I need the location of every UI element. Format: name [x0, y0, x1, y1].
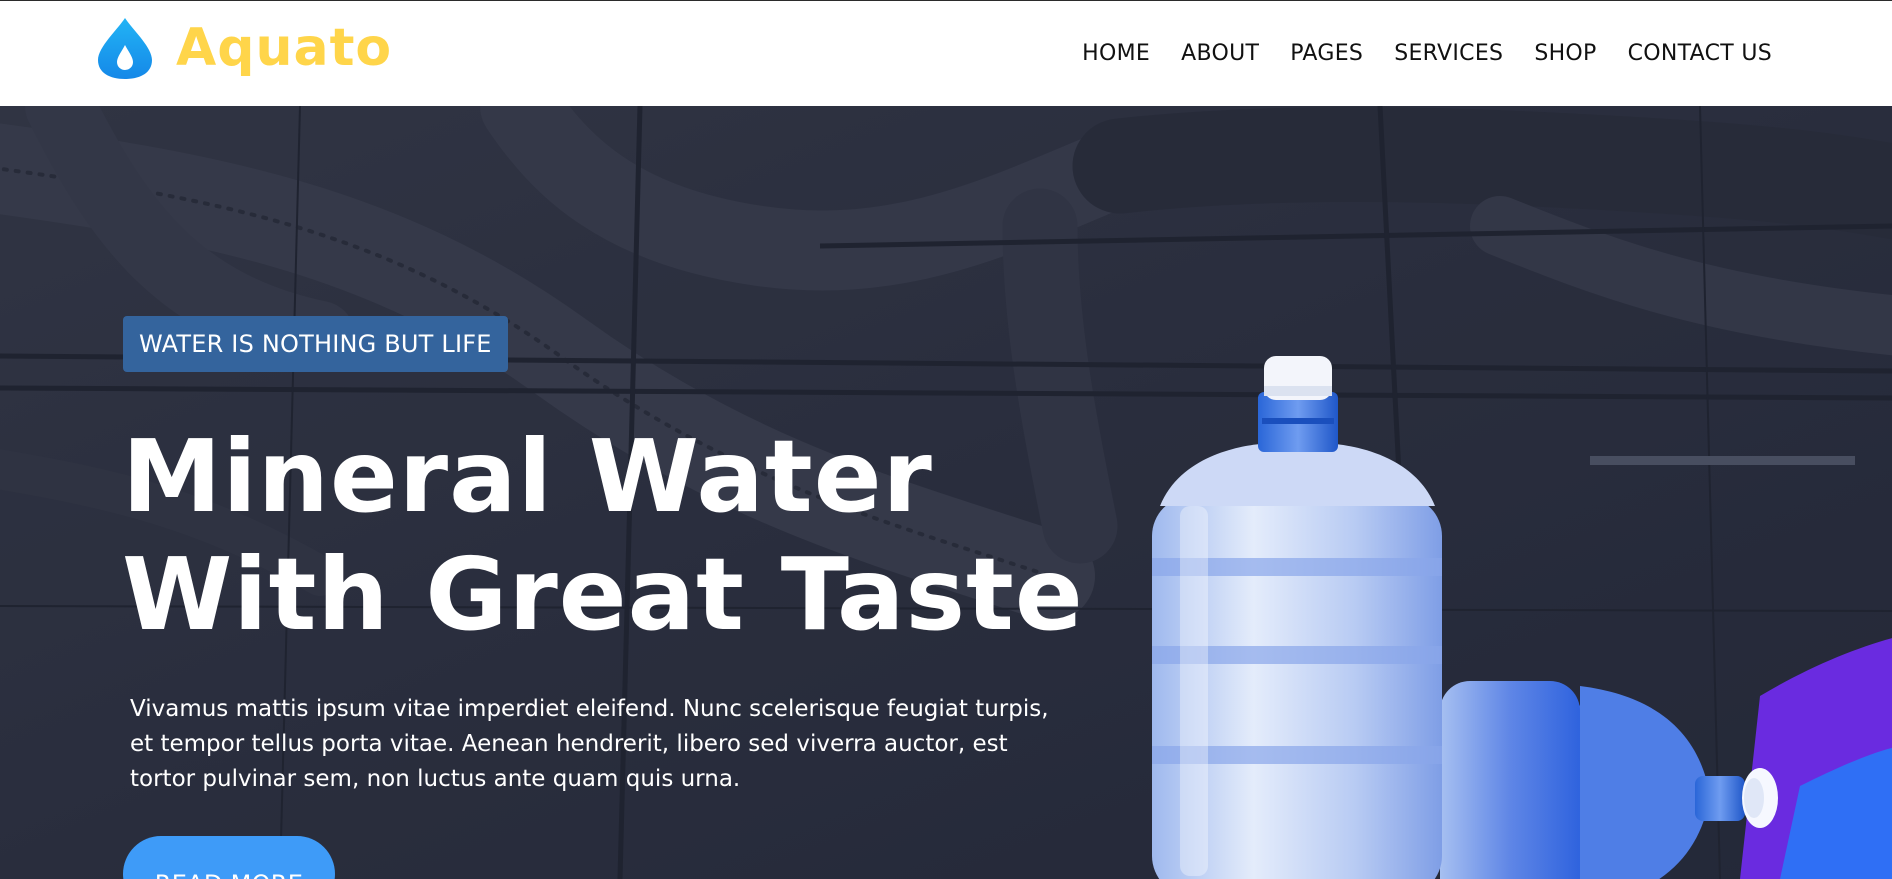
hero-section: WATER IS NOTHING BUT LIFE Mineral Water … — [0, 106, 1892, 879]
description-line-3: tortor pulvinar sem, non luctus ante qua… — [130, 766, 741, 792]
nav-item-pages[interactable]: PAGES — [1290, 37, 1363, 71]
nav-item-home[interactable]: HOME — [1082, 37, 1150, 71]
description-line-2: et tempor tellus porta vitae. Aenean hen… — [130, 731, 1008, 757]
headline-line-2: With Great Taste — [122, 536, 1084, 653]
brand-name: Aquato — [176, 18, 393, 78]
nav-item-shop[interactable]: SHOP — [1534, 37, 1596, 71]
hero-headline: Mineral Water With Great Taste — [122, 418, 1084, 654]
logo[interactable]: Aquato — [92, 15, 392, 81]
water-bottles-image — [1152, 356, 1892, 879]
main-nav: HOME ABOUT PAGES SERVICES SHOP CONTACT U… — [1082, 37, 1772, 71]
description-line-1: Vivamus mattis ipsum vitae imperdiet ele… — [130, 696, 1049, 722]
site-header: Aquato HOME ABOUT PAGES SERVICES SHOP CO… — [0, 0, 1892, 106]
headline-line-1: Mineral Water — [122, 418, 933, 535]
read-more-button[interactable]: READ MORE — [123, 836, 335, 879]
water-drop-icon — [98, 18, 152, 79]
nav-item-contact-us[interactable]: CONTACT US — [1628, 37, 1772, 71]
tagline-badge: WATER IS NOTHING BUT LIFE — [123, 316, 508, 372]
nav-item-about[interactable]: ABOUT — [1181, 37, 1259, 71]
nav-item-services[interactable]: SERVICES — [1394, 37, 1503, 71]
hero-description: Vivamus mattis ipsum vitae imperdiet ele… — [130, 692, 1090, 797]
